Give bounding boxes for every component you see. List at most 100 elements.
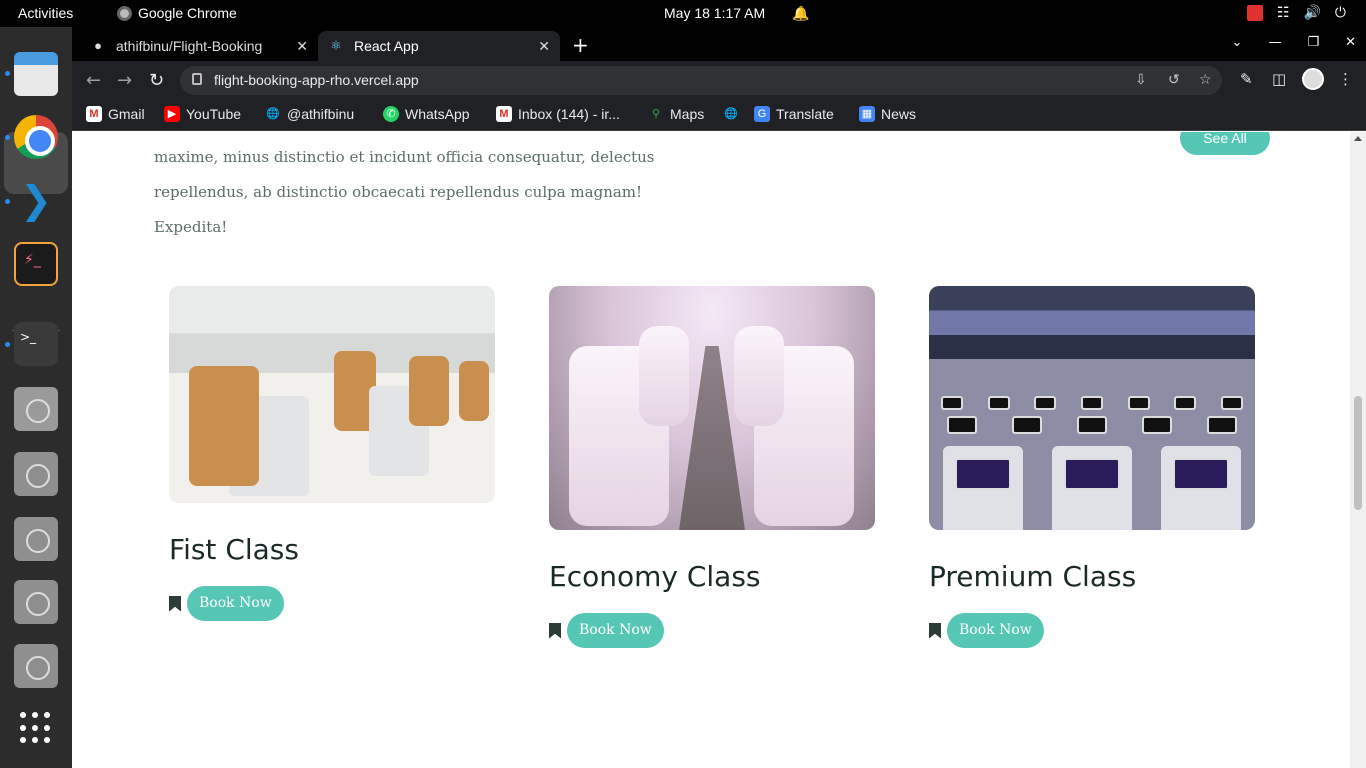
system-top-bar: Activities Google Chrome May 18 1:17 AM … [0,0,1366,27]
reload-icon[interactable]: ↻ [149,70,164,91]
system-tray[interactable]: ☷ 🔊 ⏻ [1246,4,1346,21]
bookmark-icon [549,622,561,639]
close-window-icon[interactable]: ✕ [1345,35,1356,50]
card-actions: Book Now [929,613,1255,648]
bookmark-label: Maps [670,106,705,122]
menu-icon[interactable]: ⋮ [1338,70,1353,88]
book-now-button[interactable]: Book Now [187,586,284,621]
back-arrow-icon[interactable]: ← [86,70,101,91]
disk-icon[interactable] [14,580,58,624]
see-all-button[interactable]: See All [1180,132,1270,155]
news-icon: ▦ [859,106,875,122]
activities-button[interactable]: Activities [18,5,73,21]
forward-arrow-icon[interactable]: → [117,70,132,91]
power-icon: ⏻ [1334,4,1346,20]
dock: ❯ ⚡_ >_ [0,27,72,768]
tab-react-app[interactable]: ⚛ React App ✕ [318,31,560,61]
indicator-icon[interactable] [1246,4,1263,21]
files-icon[interactable] [14,52,58,96]
close-icon[interactable]: ✕ [538,38,550,55]
scroll-up-icon[interactable] [1354,136,1362,141]
class-card-premium: Premium Class Book Now [929,286,1255,648]
tab-search-icon[interactable]: ⌄ [1232,35,1243,50]
premium-class-image [929,286,1255,530]
github-icon: ● [94,38,102,53]
youtube-icon: ▶ [164,106,180,122]
share-icon[interactable]: ↺ [1168,72,1180,88]
bookmark-label: WhatsApp [405,106,470,122]
running-indicator [5,342,10,347]
new-tab-button[interactable]: + [572,33,589,57]
first-class-image [169,286,495,503]
side-panel-icon[interactable]: ◫ [1272,70,1286,88]
bookmark-inbox[interactable]: M Inbox (144) - ir... [496,106,620,122]
running-indicator [5,135,10,140]
lock-icon[interactable] [192,73,202,85]
tab-strip: ● athifbinu/Flight-Booking ✕ ⚛ React App… [72,27,1366,61]
vscode-icon[interactable]: ❯ [14,178,58,222]
running-indicator [5,71,10,76]
card-title: Premium Class [929,560,1137,593]
scrollbar-thumb[interactable] [1354,396,1362,510]
disk-icon[interactable] [14,517,58,561]
show-apps-icon[interactable] [14,706,58,750]
bookmark-label: News [881,106,917,122]
page-scrollbar[interactable] [1350,132,1366,768]
bookmark-athifbinu[interactable]: 🌐 @athifbinu [265,106,354,122]
bookmark-translate[interactable]: G Translate [754,106,834,122]
url-text[interactable]: flight-booking-app-rho.vercel.app [214,72,419,88]
close-icon[interactable]: ✕ [296,38,308,55]
bookmark-icon [929,622,941,639]
chrome-icon [117,5,132,21]
bookmark-label: Gmail [108,106,145,122]
bookmark-whatsapp[interactable]: ✆ WhatsApp [383,106,470,122]
app-name: Google Chrome [138,5,237,21]
card-title: Fist Class [169,533,299,566]
bookmarks-bar: M Gmail ▶ YouTube 🌐 @athifbinu ✆ WhatsApp MI… [72,99,1366,131]
maximize-icon[interactable]: ❐ [1307,35,1319,50]
running-indicator [5,199,10,204]
bookmark-youtube[interactable]: ▶ YouTube [164,106,241,122]
clock[interactable]: May 18 1:17 AM [664,5,765,21]
intro-line: repellendus, ab distinctio obcaecati rep… [154,183,643,236]
browser-toolbar: ← → ↻ flight-booking-app-rho.vercel.app … [72,61,1366,99]
bell-icon: 🔔 [792,5,810,21]
network-icon: ☷ [1276,4,1290,20]
chrome-dock-icon[interactable] [14,115,58,159]
card-title: Economy Class [549,560,761,593]
disk-icon[interactable] [14,452,58,496]
gmail-icon: M [496,106,512,122]
react-icon: ⚛ [330,38,342,53]
book-now-button[interactable]: Book Now [567,613,664,648]
intro-line: maxime, minus distinctio et incidunt off… [154,148,655,166]
volume-icon: 🔊 [1303,4,1321,20]
web-page: maxime, minus distinctio et incidunt off… [72,132,1350,768]
economy-class-image [549,286,875,530]
globe-icon: 🌐 [266,108,280,120]
terminal-icon[interactable]: >_ [14,322,58,366]
extensions-icon[interactable]: ✎ [1240,70,1253,88]
intro-text: maxime, minus distinctio et incidunt off… [154,140,714,245]
bookmark-star-icon[interactable]: ☆ [1199,72,1212,88]
globe-icon: 🌐 [724,108,738,120]
install-icon[interactable]: ⇩ [1135,72,1147,88]
text-editor-icon[interactable] [14,387,58,431]
disk-icon[interactable] [14,644,58,688]
bookmark-gmail[interactable]: M Gmail [86,106,145,122]
bookmark-maps[interactable]: ⚲ Maps [648,106,704,122]
bookmark-globe[interactable]: 🌐 [723,106,739,122]
terminal-app-icon[interactable]: ⚡_ [14,242,58,286]
app-menu[interactable]: Google Chrome [117,5,237,21]
translate-icon: G [754,106,770,122]
address-bar[interactable]: flight-booking-app-rho.vercel.app ⇩ ↺ ☆ [180,66,1222,95]
bookmark-news[interactable]: ▦ News [859,106,916,122]
bookmark-label: YouTube [186,106,242,122]
card-actions: Book Now [549,613,875,648]
minimize-icon[interactable]: — [1268,35,1281,50]
tab-github[interactable]: ● athifbinu/Flight-Booking ✕ [80,31,318,61]
class-card-economy: Economy Class Book Now [549,286,875,648]
avatar[interactable] [1302,68,1324,90]
book-now-button[interactable]: Book Now [947,613,1044,648]
tab-title: athifbinu/Flight-Booking [116,38,263,54]
class-card-first: Fist Class Book Now [169,286,495,621]
